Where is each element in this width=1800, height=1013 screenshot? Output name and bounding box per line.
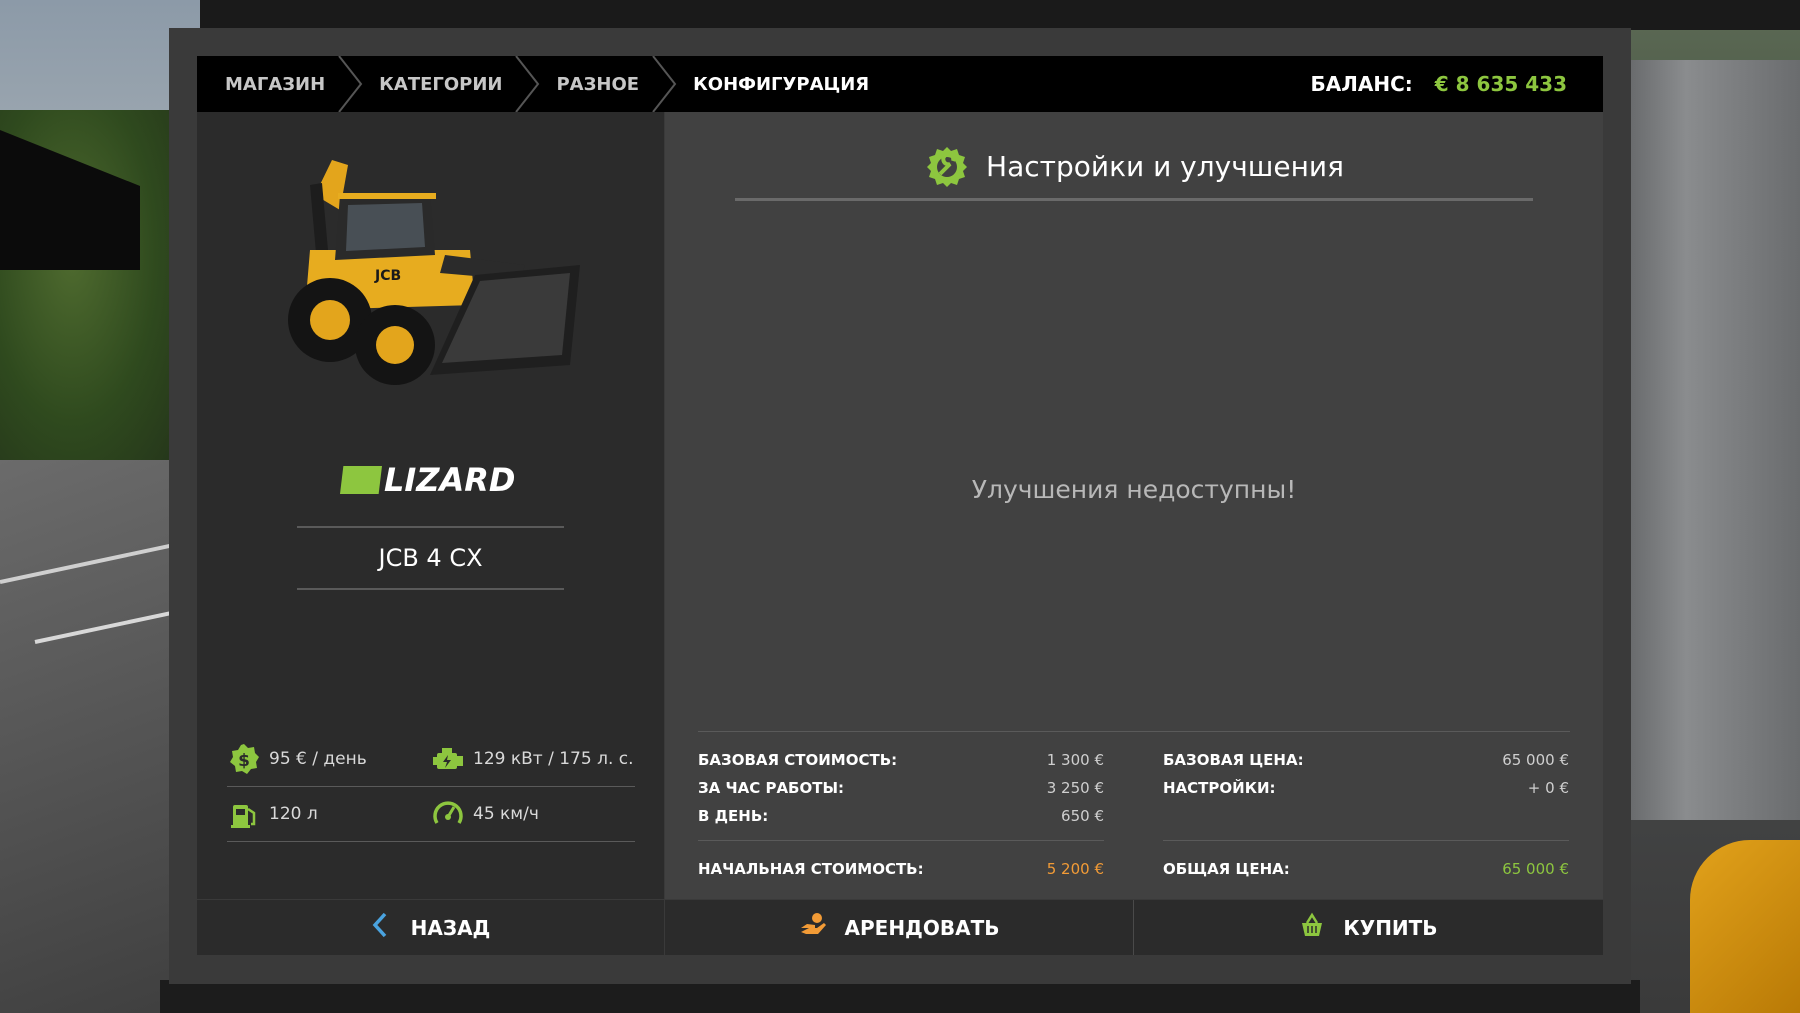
vehicle-model: JCB 4 CX	[297, 526, 564, 590]
lizard-icon	[340, 466, 382, 494]
breadcrumb-misc[interactable]: РАЗНОЕ	[528, 56, 677, 112]
svg-text:JCB: JCB	[374, 268, 401, 284]
back-button[interactable]: НАЗАД	[197, 900, 664, 955]
spec-row: 120 л 45 км/ч	[227, 787, 635, 842]
spec-power: 129 кВт / 175 л. с.	[431, 742, 635, 776]
lease-initial-cost: НАЧАЛЬНАЯ СТОИМОСТЬ: 5 200 €	[698, 860, 1104, 878]
backhoe-loader-image: JCB	[288, 160, 580, 385]
buy-costs: БАЗОВАЯ ЦЕНА: 65 000 € НАСТРОЙКИ: + 0 € …	[1163, 732, 1569, 897]
spec-fuel: 120 л	[227, 797, 431, 831]
buy-total-price: ОБЩАЯ ЦЕНА: 65 000 €	[1163, 860, 1569, 878]
speedometer-icon	[431, 797, 465, 831]
buy-configurations-row: НАСТРОЙКИ: + 0 €	[1163, 779, 1569, 797]
balance-label: БАЛАНС:	[1310, 72, 1413, 96]
svg-text:$: $	[238, 751, 250, 771]
balance-display: БАЛАНС: € 8 635 433	[1311, 56, 1567, 112]
brand-name: LIZARD	[384, 461, 516, 499]
top-bar: МАГАЗИН КАТЕГОРИИ РАЗНОЕ КОНФИГУРАЦИЯ БА…	[197, 56, 1603, 112]
lease-costs: БАЗОВАЯ СТОИМОСТЬ: 1 300 € ЗА ЧАС РАБОТЫ…	[698, 732, 1104, 897]
spec-row: $ 95 € / день 129 кВт / 175 л. с.	[227, 732, 635, 787]
spec-speed: 45 км/ч	[431, 797, 635, 831]
spec-daily-cost: $ 95 € / день	[227, 742, 431, 776]
configuration-header: Настройки и улучшения	[735, 135, 1533, 201]
breadcrumb-shop[interactable]: МАГАЗИН	[197, 56, 363, 112]
lease-hourly-cost-row: ЗА ЧАС РАБОТЫ: 3 250 €	[698, 779, 1104, 797]
brand-logo: LIZARD	[340, 461, 522, 499]
lease-hand-icon	[799, 912, 827, 943]
basket-icon	[1299, 912, 1325, 943]
wrench-gear-icon	[924, 144, 970, 190]
upgrades-unavailable-message: Улучшения недоступны!	[971, 475, 1297, 504]
cost-summary: БАЗОВАЯ СТОИМОСТЬ: 1 300 € ЗА ЧАС РАБОТЫ…	[698, 731, 1570, 878]
money-icon: $	[227, 742, 261, 776]
breadcrumb-categories[interactable]: КАТЕГОРИИ	[351, 56, 540, 112]
lease-daily-cost-row: В ДЕНЬ: 650 €	[698, 807, 1104, 825]
lease-button[interactable]: АРЕНДОВАТЬ	[665, 900, 1133, 955]
buy-base-price-row: БАЗОВАЯ ЦЕНА: 65 000 €	[1163, 751, 1569, 769]
chevron-left-icon	[371, 912, 389, 943]
balance-value: € 8 635 433	[1434, 72, 1567, 96]
fuel-icon	[227, 797, 261, 831]
breadcrumb: МАГАЗИН КАТЕГОРИИ РАЗНОЕ КОНФИГУРАЦИЯ	[197, 56, 895, 112]
vehicle-specs: $ 95 € / день 129 кВт / 175 л. с. 120 л …	[227, 732, 635, 842]
buy-button[interactable]: КУПИТЬ	[1134, 900, 1603, 955]
engine-icon	[431, 742, 465, 776]
configuration-title: Настройки и улучшения	[986, 150, 1344, 183]
breadcrumb-configuration: КОНФИГУРАЦИЯ	[693, 73, 870, 95]
lease-base-cost-row: БАЗОВАЯ СТОИМОСТЬ: 1 300 €	[698, 751, 1104, 769]
